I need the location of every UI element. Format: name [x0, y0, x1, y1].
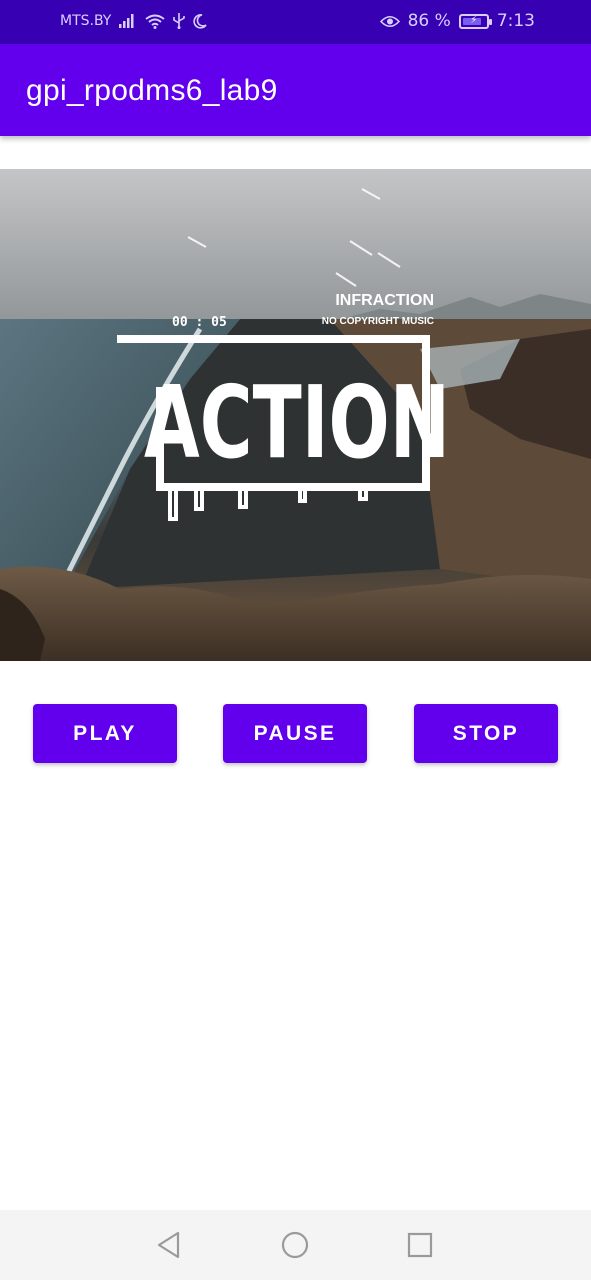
- signal-icon: [119, 14, 134, 28]
- video-title: ACTION: [144, 364, 450, 481]
- usb-icon: [173, 13, 186, 29]
- status-left: MTS.BY: [60, 13, 208, 29]
- video-timer: 00 : 05: [172, 315, 227, 330]
- battery-percent: 86 %: [407, 11, 451, 31]
- sky: [0, 169, 591, 329]
- video-frame: 00 : 05 INFRACTION NO COPYRIGHT MUSIC AC…: [0, 169, 591, 661]
- status-right: 86 % ⚡ 7:13: [379, 11, 535, 31]
- app-bar: gpi_rpodms6_lab9: [0, 44, 591, 136]
- stop-button[interactable]: STOP: [414, 704, 558, 763]
- status-time: 7:13: [496, 11, 535, 31]
- play-button[interactable]: PLAY: [33, 704, 177, 763]
- video-brand-sub: NO COPYRIGHT MUSIC: [322, 316, 434, 327]
- foreground-rocks: [0, 566, 591, 661]
- moon-icon: [193, 13, 208, 29]
- status-bar: MTS.BY 86 % ⚡ 7:13: [0, 0, 591, 44]
- recents-icon[interactable]: [405, 1230, 435, 1260]
- wifi-icon: [145, 14, 165, 29]
- app-title: gpi_rpodms6_lab9: [26, 74, 278, 107]
- video-player[interactable]: 00 : 05 INFRACTION NO COPYRIGHT MUSIC AC…: [0, 169, 591, 661]
- carrier-label: MTS.BY: [60, 13, 112, 29]
- home-icon[interactable]: [280, 1230, 310, 1260]
- navigation-bar: [0, 1210, 591, 1280]
- back-icon[interactable]: [154, 1230, 184, 1260]
- battery-icon: ⚡: [458, 13, 492, 29]
- pause-button[interactable]: PAUSE: [223, 704, 367, 763]
- eye-icon: [379, 15, 400, 27]
- video-brand: INFRACTION: [335, 292, 434, 309]
